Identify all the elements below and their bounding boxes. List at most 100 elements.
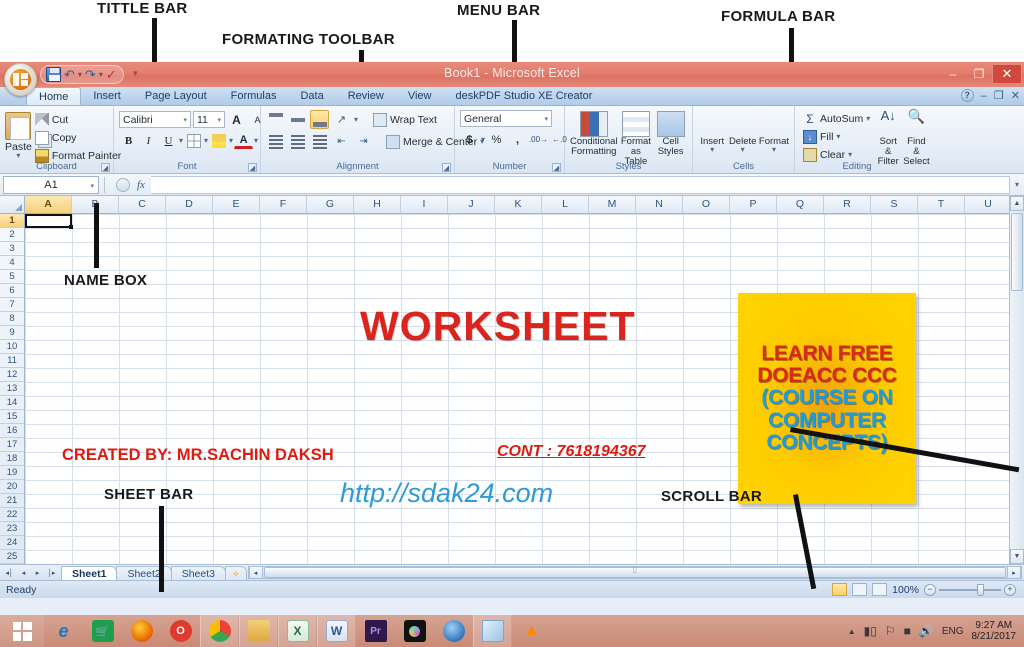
column-header-E[interactable]: E <box>213 196 260 213</box>
underline-button[interactable]: U <box>159 131 178 150</box>
zoom-in-button[interactable]: + <box>1004 583 1016 596</box>
name-box[interactable]: A1 ▾ <box>3 175 99 194</box>
column-header-C[interactable]: C <box>119 196 166 213</box>
column-header-F[interactable]: F <box>260 196 307 213</box>
row-header-20[interactable]: 20 <box>0 480 24 494</box>
horizontal-scroll-thumb[interactable] <box>263 567 1006 578</box>
column-header-S[interactable]: S <box>871 196 918 213</box>
ribbon-tab-data[interactable]: Data <box>288 87 335 105</box>
font-dialog-launcher[interactable]: ◢ <box>248 163 257 172</box>
top-align-button[interactable] <box>266 110 285 129</box>
column-header-D[interactable]: D <box>166 196 213 213</box>
taskbar-item-google-chrome[interactable] <box>200 615 239 647</box>
scroll-right-button[interactable]: ▸ <box>1007 566 1021 579</box>
taskbar-item-vlc-media-player[interactable]: ▲ <box>512 615 551 647</box>
orientation-dropdown-icon[interactable]: ▾ <box>354 110 358 129</box>
zoom-out-button[interactable]: − <box>924 583 936 596</box>
row-header-13[interactable]: 13 <box>0 382 24 396</box>
row-header-2[interactable]: 2 <box>0 228 24 242</box>
row-header-21[interactable]: 21 <box>0 494 24 508</box>
font-color-dropdown-icon[interactable]: ▾ <box>254 131 258 150</box>
zoom-knob[interactable] <box>977 583 984 596</box>
autosum-dropdown-icon[interactable]: ▾ <box>866 114 870 122</box>
comma-style-button[interactable]: , <box>508 130 527 149</box>
row-header-9[interactable]: 9 <box>0 326 24 340</box>
row-header-3[interactable]: 3 <box>0 242 24 256</box>
row-header-14[interactable]: 14 <box>0 396 24 410</box>
action-center-flag-icon[interactable]: ⚐ <box>885 624 896 638</box>
start-button[interactable] <box>0 615 44 647</box>
bold-button[interactable]: B <box>119 131 138 150</box>
insert-worksheet-button[interactable]: ✧ <box>225 565 247 580</box>
format-cells-button[interactable]: Format ▾ <box>759 110 789 154</box>
first-sheet-button[interactable]: ◂│ <box>3 566 16 579</box>
ribbon-tab-home[interactable]: Home <box>26 87 82 105</box>
scroll-up-button[interactable]: ▲ <box>1010 196 1024 211</box>
accounting-format-button[interactable]: $ <box>460 130 479 149</box>
row-header-25[interactable]: 25 <box>0 550 24 564</box>
paste-button[interactable]: Paste ▾ <box>5 110 32 160</box>
percent-style-button[interactable]: % <box>487 130 506 149</box>
network-icon[interactable]: ▮▯ <box>864 624 877 638</box>
taskbar-item-opera[interactable]: O <box>161 615 200 647</box>
close-button[interactable]: ✕ <box>992 64 1022 84</box>
column-header-G[interactable]: G <box>307 196 354 213</box>
row-header-12[interactable]: 12 <box>0 368 24 382</box>
workbook-close-button[interactable]: ✕ <box>1011 89 1020 102</box>
cut-button[interactable]: Cut <box>32 111 124 128</box>
zoom-track[interactable] <box>939 583 1001 596</box>
row-header-5[interactable]: 5 <box>0 270 24 284</box>
autosum-button[interactable]: Σ AutoSum ▾ <box>800 110 873 127</box>
column-header-K[interactable]: K <box>495 196 542 213</box>
expand-formula-bar-icon[interactable]: ▾ <box>1010 180 1024 189</box>
cancel-icon[interactable] <box>116 177 130 192</box>
accounting-dropdown-icon[interactable]: ▾ <box>481 130 485 149</box>
workbook-restore-button[interactable]: ❐ <box>994 89 1004 102</box>
taskbar-item-notepad-app[interactable] <box>473 615 512 647</box>
row-header-6[interactable]: 6 <box>0 284 24 298</box>
taskbar-item-camera-app[interactable] <box>395 615 434 647</box>
column-header-J[interactable]: J <box>448 196 495 213</box>
scroll-left-button[interactable]: ◂ <box>248 566 263 579</box>
battery-icon[interactable]: ■ <box>904 624 911 638</box>
insert-function-icon[interactable]: fx <box>137 179 145 191</box>
font-name-dropdown-icon[interactable]: ▾ <box>183 116 187 124</box>
orientation-button[interactable]: ↗ <box>332 110 351 129</box>
row-header-4[interactable]: 4 <box>0 256 24 270</box>
decrease-indent-button[interactable]: ⇤ <box>332 132 351 151</box>
column-header-U[interactable]: U <box>965 196 1012 213</box>
ribbon-tab-formulas[interactable]: Formulas <box>219 87 289 105</box>
taskbar-item-microsoft-excel[interactable]: X <box>278 615 317 647</box>
formula-input[interactable] <box>150 175 1010 194</box>
taskbar-item-windows-store[interactable]: 🛒 <box>83 615 122 647</box>
volume-icon[interactable]: 🔊 <box>919 624 934 638</box>
insert-cells-dropdown-icon[interactable]: ▾ <box>710 146 714 154</box>
find-and-select-button[interactable]: 🔍 Find & Select <box>903 109 929 167</box>
row-header-17[interactable]: 17 <box>0 438 24 452</box>
format-cells-dropdown-icon[interactable]: ▾ <box>772 146 776 154</box>
bottom-align-button[interactable] <box>310 110 329 129</box>
column-header-O[interactable]: O <box>683 196 730 213</box>
clipboard-dialog-launcher[interactable]: ◢ <box>101 163 110 172</box>
column-header-I[interactable]: I <box>401 196 448 213</box>
align-center-button[interactable] <box>288 132 307 151</box>
align-right-button[interactable] <box>310 132 329 151</box>
conditional-formatting-button[interactable]: Conditional Formatting <box>570 110 618 157</box>
paste-dropdown-icon[interactable]: ▾ <box>16 152 20 160</box>
fill-dropdown-icon[interactable]: ▾ <box>836 132 840 140</box>
selected-cell-a1[interactable] <box>25 214 73 229</box>
italic-button[interactable]: I <box>139 131 158 150</box>
delete-cells-button[interactable]: Delete ▾ <box>728 110 756 154</box>
zoom-level-label[interactable]: 100% <box>892 584 919 596</box>
taskbar-item-firefox[interactable] <box>122 615 161 647</box>
borders-dropdown-icon[interactable]: ▾ <box>204 131 208 150</box>
zoom-slider[interactable]: − + <box>924 583 1016 596</box>
row-header-24[interactable]: 24 <box>0 536 24 550</box>
ribbon-tab-insert[interactable]: Insert <box>81 87 133 105</box>
ribbon-tab-view[interactable]: View <box>396 87 444 105</box>
workbook-minimize-button[interactable]: – <box>981 90 987 102</box>
increase-decimal-button[interactable]: .00→ <box>529 130 548 149</box>
office-button[interactable] <box>4 63 37 96</box>
name-box-dropdown-icon[interactable]: ▾ <box>90 182 94 190</box>
font-size-input[interactable]: 11 ▾ <box>193 111 225 128</box>
